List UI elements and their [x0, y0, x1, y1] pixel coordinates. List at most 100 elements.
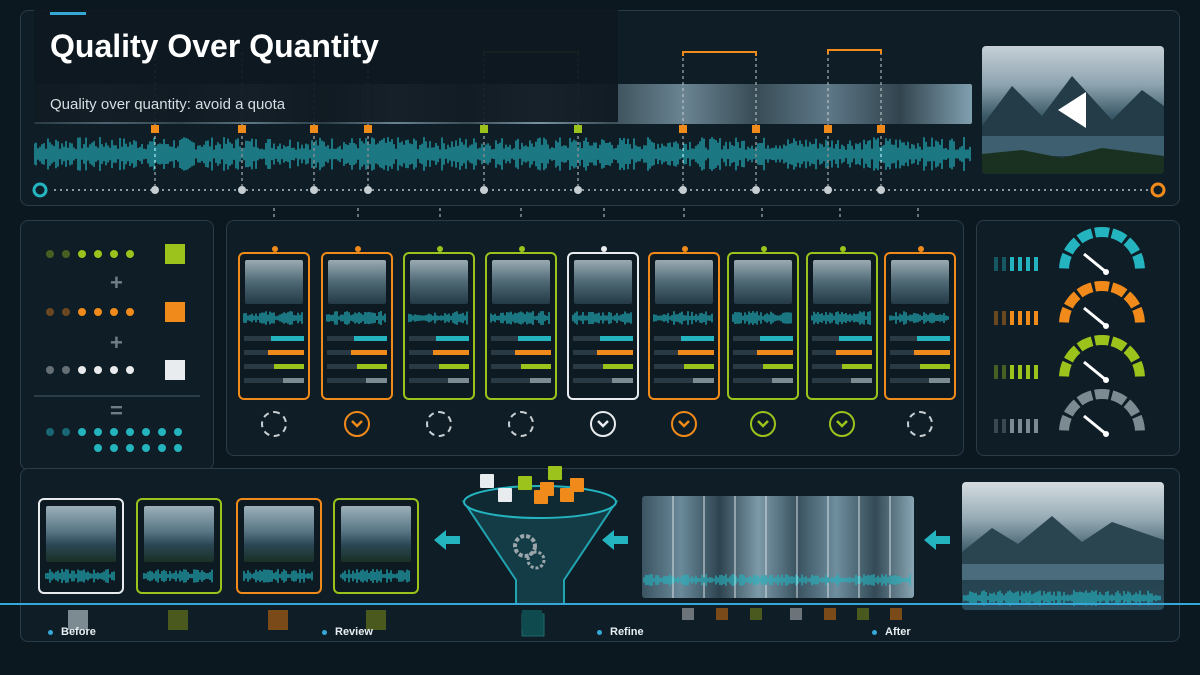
selection-dot [46, 366, 54, 374]
gauge-needle [1083, 306, 1107, 328]
output-card[interactable] [333, 498, 419, 594]
card-bar [914, 350, 950, 355]
gauge-segment [1076, 282, 1094, 298]
candidate-card[interactable] [567, 252, 639, 400]
card-anchor-dot [519, 246, 525, 252]
check-icon [836, 420, 848, 428]
result-dot [126, 444, 134, 452]
selection-dot [62, 308, 70, 316]
lake-shape [962, 564, 1164, 580]
result-dot [110, 444, 118, 452]
gauge-segment [1059, 360, 1072, 377]
gauge-segment [1132, 414, 1145, 431]
card-bar [366, 378, 387, 383]
arrow-left-icon [924, 530, 952, 555]
output-card[interactable] [136, 498, 222, 594]
card-waveform [326, 311, 386, 325]
preview-thumbnail[interactable] [982, 46, 1164, 174]
result-dot [142, 444, 150, 452]
select-check[interactable] [426, 411, 452, 437]
frame-stack [642, 496, 914, 598]
select-check[interactable] [508, 411, 534, 437]
selection-dot [62, 366, 70, 374]
stage-cube-small [716, 608, 728, 620]
level-bar [994, 419, 998, 433]
result-dot [174, 428, 182, 436]
marker-square [310, 125, 318, 133]
select-check[interactable] [829, 411, 855, 437]
card-waveform [732, 311, 792, 325]
candidate-card[interactable] [403, 252, 475, 400]
card-details [653, 311, 714, 383]
gauge-hub [1103, 269, 1109, 275]
card-bar [436, 336, 469, 341]
card-bar [351, 350, 387, 355]
stage-cube-small [857, 608, 869, 620]
level-bar [994, 311, 998, 325]
output-card[interactable] [38, 498, 124, 594]
output-card[interactable] [236, 498, 322, 594]
card-anchor-dot [437, 246, 443, 252]
card-bar [842, 364, 872, 369]
selection-dot [94, 308, 102, 316]
selection-dot [78, 366, 86, 374]
stage-cube-small [682, 608, 694, 620]
input-cube [560, 488, 574, 502]
card-details [572, 311, 633, 383]
output-waveform [243, 569, 313, 583]
candidate-card[interactable] [485, 252, 557, 400]
card-bar [772, 378, 793, 383]
card-waveform [408, 311, 468, 325]
candidate-card[interactable] [648, 252, 720, 400]
card-bar [917, 336, 950, 341]
marker-dot [877, 186, 885, 194]
select-check[interactable] [590, 411, 616, 437]
gauge-segment [1076, 390, 1094, 406]
card-details [326, 311, 387, 383]
candidate-card[interactable] [238, 252, 310, 400]
result-dot [94, 428, 102, 436]
check-icon [757, 420, 769, 428]
candidate-card[interactable] [884, 252, 956, 400]
gauge-segment [1110, 336, 1128, 352]
candidate-card[interactable] [727, 252, 799, 400]
gauge-segment [1132, 306, 1145, 323]
stage-label-before: Before [48, 626, 96, 638]
select-check[interactable] [750, 411, 776, 437]
selection-dot [126, 250, 134, 258]
stage-cube [268, 610, 288, 630]
selection-square [165, 244, 185, 264]
candidate-card[interactable] [321, 252, 393, 400]
card-anchor-dot [601, 246, 607, 252]
card-bar [603, 364, 633, 369]
selection-dot [110, 308, 118, 316]
gauge-segment [1132, 360, 1145, 377]
selection-dot [78, 308, 86, 316]
level-bar [1002, 257, 1006, 271]
selection-square [165, 360, 185, 380]
result-dot [62, 428, 70, 436]
selection-dot [62, 250, 70, 258]
output-waveform [340, 569, 410, 583]
selection-dot [78, 250, 86, 258]
marker-square [752, 125, 760, 133]
source-thumbnail[interactable] [962, 482, 1164, 610]
candidate-card[interactable] [806, 252, 878, 400]
gauge-segment [1123, 345, 1140, 363]
card-bar [357, 364, 387, 369]
card-bar [681, 336, 714, 341]
marker-square [238, 125, 246, 133]
select-check[interactable] [907, 411, 933, 437]
card-bar [851, 378, 872, 383]
select-check[interactable] [344, 411, 370, 437]
select-check[interactable] [671, 411, 697, 437]
card-anchor-dot [355, 246, 361, 252]
select-check[interactable] [261, 411, 287, 437]
gauge-segment [1094, 389, 1110, 400]
level-bar [994, 365, 998, 379]
play-icon[interactable] [1058, 92, 1086, 128]
bracket-orange [682, 51, 757, 56]
card-bar [612, 378, 633, 383]
title-accent [50, 12, 86, 15]
marker-square [574, 125, 582, 133]
